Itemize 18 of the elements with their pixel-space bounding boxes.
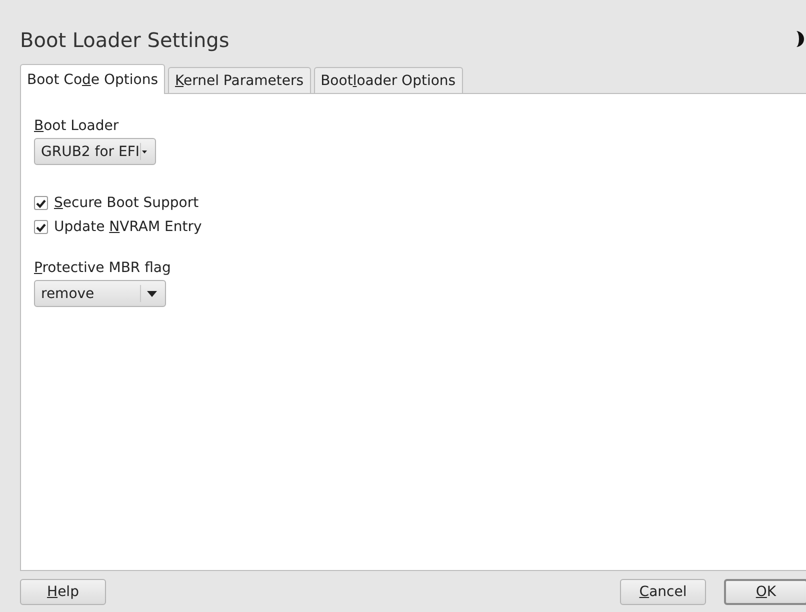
checkbox-label: Update NVRAM Entry [54,219,202,235]
dropdown[interactable]: remove [34,280,166,307]
caret-icon [142,148,147,154]
dialog-button[interactable]: Cancel [620,578,706,604]
checkbox[interactable] [34,220,48,234]
tab[interactable]: Boot Code Options [20,64,165,94]
checkbox-label: Secure Boot Support [54,195,199,211]
field-label: Boot Loader [34,118,119,134]
checkbox[interactable] [34,196,48,210]
field-label: Protective MBR flag [34,260,171,276]
caret-icon [147,290,157,296]
tab[interactable]: Bootloader Options [314,67,463,93]
dialog-button[interactable]: OK [724,578,806,604]
dropdown[interactable]: GRUB2 for EFI [34,138,156,165]
moon-icon[interactable] [794,31,806,47]
dialog-title: Boot Loader Settings [20,28,230,54]
tab[interactable]: Kernel Parameters [168,67,311,93]
help-button[interactable]: Help [20,578,106,604]
